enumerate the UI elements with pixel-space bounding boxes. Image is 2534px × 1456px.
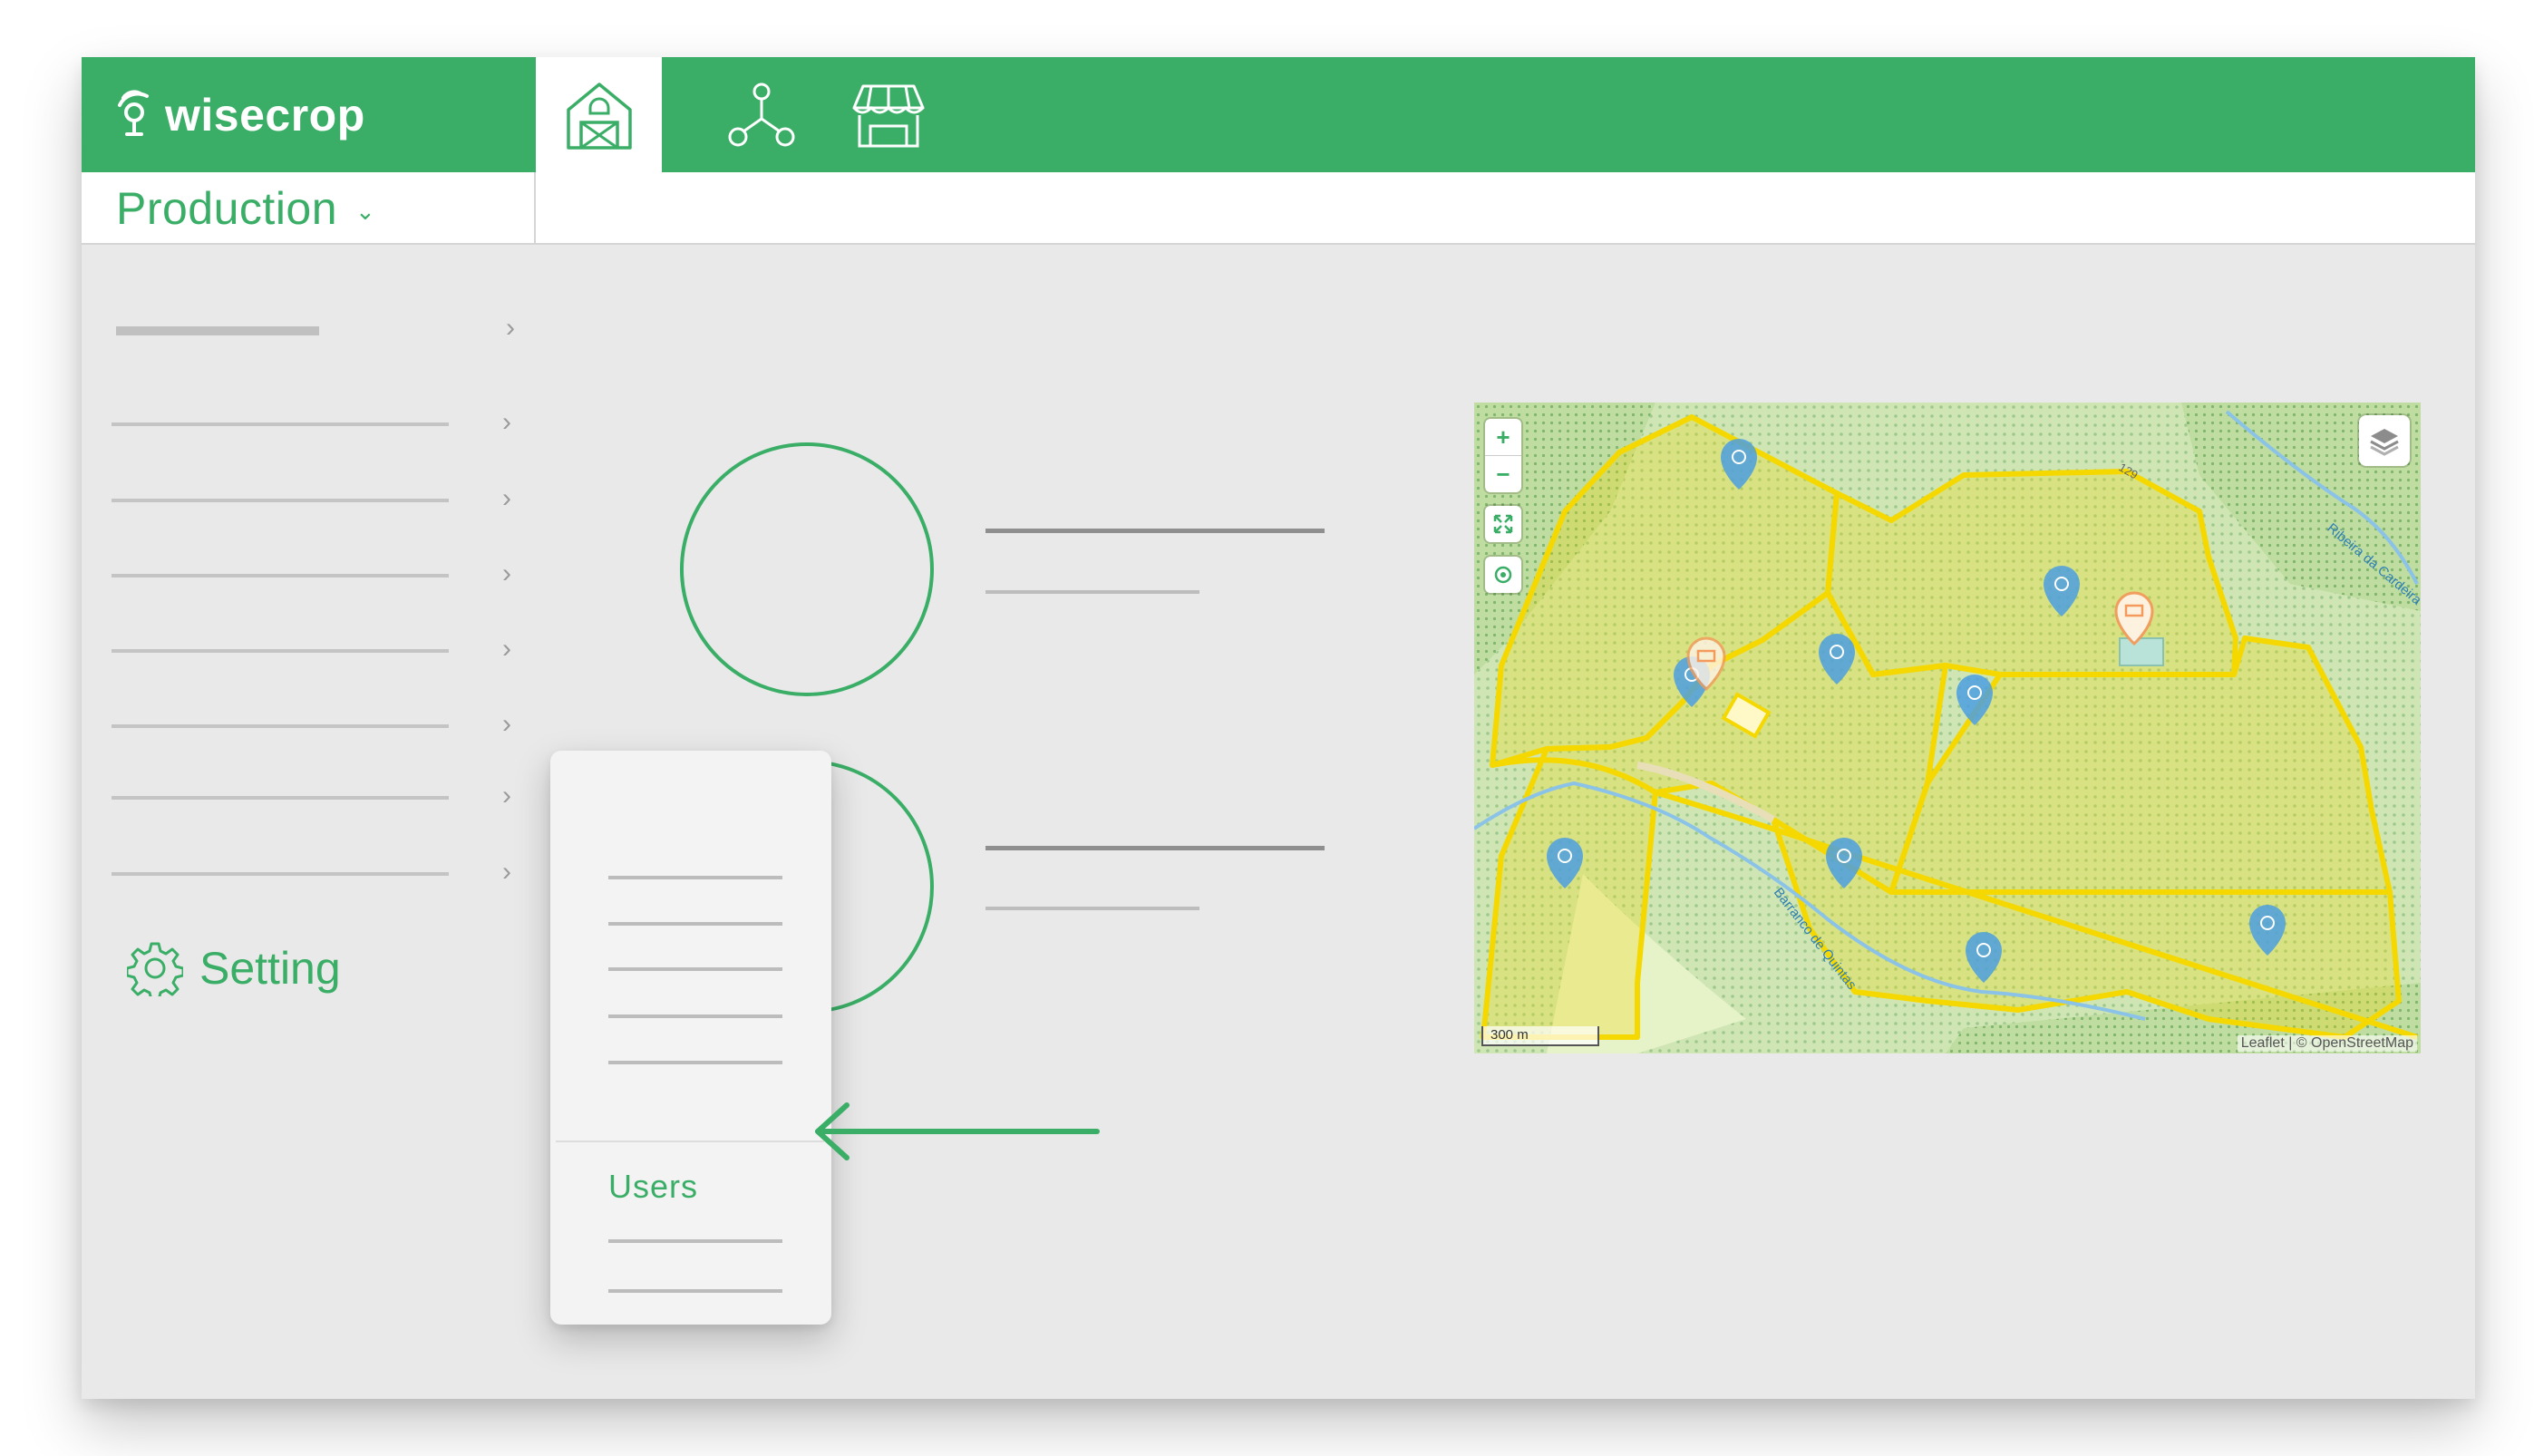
fullscreen-icon (1493, 514, 1513, 534)
placeholder-avatar-circle (680, 442, 934, 696)
menu-item-placeholder[interactable] (608, 1289, 782, 1293)
zoom-in-button[interactable]: + (1485, 419, 1521, 455)
zoom-control: + − (1485, 419, 1521, 492)
sidebar-placeholder-item[interactable] (112, 872, 449, 876)
menu-item-placeholder[interactable] (608, 1061, 782, 1064)
sidebar-placeholder-item[interactable] (112, 724, 449, 728)
sidebar-item-setting[interactable]: Setting (127, 937, 617, 1000)
map-tiles: Barranco de Quintas Ribeira da Cardeira … (1474, 403, 2421, 1053)
locate-button[interactable] (1485, 557, 1521, 593)
chevron-right-icon[interactable]: › (506, 315, 529, 342)
chevron-down-icon: ⌄ (355, 197, 375, 225)
chevron-right-icon[interactable]: › (502, 560, 526, 587)
tab-production[interactable] (536, 57, 662, 172)
fullscreen-button[interactable] (1485, 506, 1521, 542)
module-selector[interactable]: Production ⌄ (82, 172, 536, 245)
menu-item-users[interactable]: Users (608, 1168, 698, 1206)
settings-dropdown-menu: Users (550, 751, 831, 1325)
farm-map[interactable]: Barranco de Quintas Ribeira da Cardeira … (1474, 403, 2421, 1053)
gear-icon (127, 942, 183, 996)
chevron-right-icon[interactable]: › (502, 711, 526, 738)
placeholder-subtitle-line (985, 590, 1199, 594)
menu-item-placeholder[interactable] (608, 967, 782, 971)
market-stall-icon (852, 84, 925, 147)
network-icon (728, 83, 795, 146)
menu-item-placeholder[interactable] (608, 922, 782, 926)
brand-logo[interactable]: wisecrop (82, 57, 535, 172)
sidebar-placeholder-item[interactable] (112, 422, 449, 426)
placeholder-title-line (985, 529, 1325, 533)
menu-divider (556, 1141, 824, 1142)
chevron-right-icon[interactable]: › (502, 859, 526, 886)
menu-item-placeholder[interactable] (608, 1239, 782, 1243)
setting-label: Setting (199, 943, 341, 994)
wisecrop-logo-icon (118, 89, 149, 136)
menu-item-placeholder[interactable] (608, 876, 782, 879)
chevron-right-icon[interactable]: › (502, 409, 526, 436)
zoom-out-button[interactable]: − (1485, 455, 1521, 492)
map-scale: 300 m (1481, 1026, 1599, 1046)
pointer-arrow-icon (815, 1102, 1100, 1160)
sidebar-placeholder-header (116, 326, 319, 335)
sub-header: Production ⌄ (82, 172, 2475, 245)
target-icon (1494, 566, 1512, 584)
menu-item-placeholder[interactable] (608, 1014, 782, 1018)
tab-network[interactable] (698, 57, 825, 172)
map-attribution[interactable]: Leaflet | © OpenStreetMap (2237, 1035, 2417, 1052)
placeholder-subtitle-line (985, 907, 1199, 910)
barn-icon (566, 82, 632, 150)
placeholder-title-line (985, 846, 1325, 850)
chevron-right-icon[interactable]: › (502, 782, 526, 810)
tab-market[interactable] (825, 57, 952, 172)
chevron-right-icon[interactable]: › (502, 485, 526, 512)
sidebar-placeholder-item[interactable] (112, 499, 449, 502)
layers-icon (2370, 429, 2399, 456)
module-label: Production (116, 183, 338, 234)
app-window: wisecrop Production ⌄ › › › › › › › › Se… (82, 57, 2475, 1399)
layers-button[interactable] (2359, 415, 2410, 466)
sidebar-placeholder-item[interactable] (112, 649, 449, 653)
chevron-right-icon[interactable]: › (502, 636, 526, 663)
sidebar-placeholder-item[interactable] (112, 796, 449, 800)
brand-name: wisecrop (165, 89, 365, 141)
top-navbar: wisecrop (82, 57, 2475, 172)
sidebar-placeholder-item[interactable] (112, 574, 449, 578)
